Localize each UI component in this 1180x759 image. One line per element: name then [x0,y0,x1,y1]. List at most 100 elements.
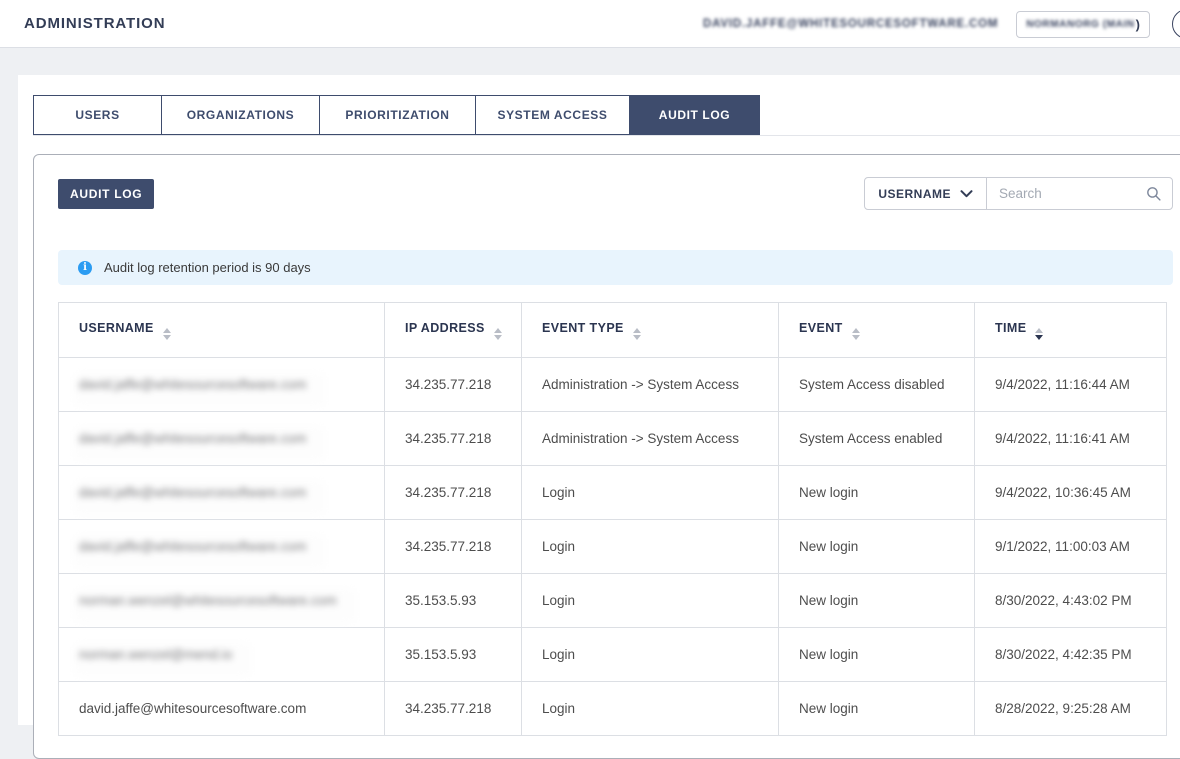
filter-search-group: USERNAME [864,177,1173,210]
page-title: ADMINISTRATION [24,15,165,32]
cell-username: david.jaffe@whitesourcesoftware.com [59,412,385,466]
chevron-down-icon [960,187,973,201]
cell-event-type: Login [522,520,779,574]
cell-event-type: Login [522,466,779,520]
tab-organizations[interactable]: ORGANIZATIONS [161,95,320,135]
cell-event-type-text: Administration -> System Access [542,377,739,392]
redacted-username: norman.wenzel@whitesourcesoftware.com [73,588,357,623]
cell-event-type: Login [522,682,779,736]
cell-time: 8/30/2022, 4:42:35 PM [975,628,1167,682]
section-title-badge: AUDIT LOG [58,179,154,209]
cell-time: 9/4/2022, 11:16:44 AM [975,358,1167,412]
cell-event-type-text: Login [542,701,575,716]
filter-field-dropdown[interactable]: USERNAME [865,178,986,209]
cell-event-type-text: Login [542,485,575,500]
cell-ip-address-text: 35.153.5.93 [405,593,476,608]
cell-event-type-text: Administration -> System Access [542,431,739,446]
table-row: norman.wenzel@whitesourcesoftware.com 35.… [59,574,1167,628]
cell-event: New login [779,520,975,574]
cell-ip-address: 35.153.5.93 [385,574,522,628]
cell-event-type: Administration -> System Access [522,412,779,466]
cell-time-text: 8/30/2022, 4:42:35 PM [995,647,1132,662]
cell-event-text: New login [799,485,858,500]
cell-username: david.jaffe@whitesourcesoftware.com [59,466,385,520]
cell-ip-address-text: 34.235.77.218 [405,701,491,716]
cell-ip-address: 34.235.77.218 [385,412,522,466]
org-selector-chip[interactable]: NORMANORG (MAIN ) [1016,11,1150,38]
cell-event-type-text: Login [542,539,575,554]
table-body: david.jaffe@whitesourcesoftware.com34.23… [59,358,1167,736]
tab-system-access[interactable]: SYSTEM ACCESS [475,95,630,135]
card-header: AUDIT LOG USERNAME [58,177,1173,210]
filter-field-label: USERNAME [878,187,951,201]
table-row: david.jaffe@whitesourcesoftware.com 34.23… [59,520,1167,574]
cell-event-text: New login [799,701,858,716]
column-header-ip-address[interactable]: IP ADDRESS [385,303,522,358]
cell-ip-address: 34.235.77.218 [385,682,522,736]
column-header-username[interactable]: USERNAME [59,303,385,358]
cell-time-text: 9/4/2022, 11:16:41 AM [995,431,1130,446]
cell-time: 9/1/2022, 11:00:03 AM [975,520,1167,574]
avatar[interactable] [1172,9,1180,39]
info-banner: i Audit log retention period is 90 days [58,250,1173,285]
cell-event-type: Login [522,628,779,682]
redacted-username: norman.wenzel@mend.io [73,642,252,677]
cell-event-type-text: Login [542,593,575,608]
top-bar: ADMINISTRATION DAVID.JAFFE@WHITESOURCESO… [0,0,1180,48]
cell-ip-address-text: 34.235.77.218 [405,485,491,500]
sort-icon[interactable] [1035,328,1043,340]
cell-time-text: 9/4/2022, 10:36:45 AM [995,485,1131,500]
cell-event-text: System Access enabled [799,431,942,446]
user-email: DAVID.JAFFE@WHITESOURCESOFTWARE.COM [703,18,998,30]
cell-event: New login [779,628,975,682]
cell-event: System Access disabled [779,358,975,412]
cell-event: New login [779,574,975,628]
column-header-time[interactable]: TIME [975,303,1167,358]
cell-ip-address-text: 34.235.77.218 [405,539,491,554]
cell-event-type-text: Login [542,647,575,662]
table-row: david.jaffe@whitesourcesoftware.com 34.23… [59,682,1167,736]
cell-username: david.jaffe@whitesourcesoftware.com [59,358,385,412]
cell-time: 8/28/2022, 9:25:28 AM [975,682,1167,736]
org-chip-label: NORMANORG (MAIN [1026,19,1134,30]
redacted-username: david.jaffe@whitesourcesoftware.com [73,426,326,461]
table-header-row: USERNAME IP ADDRESS EVENT TYPE EVENT TIM… [59,303,1167,358]
table-row: norman.wenzel@mend.io 35.153.5.93 Login New… [59,628,1167,682]
cell-time-text: 9/1/2022, 11:00:03 AM [995,539,1130,554]
cell-ip-address: 35.153.5.93 [385,628,522,682]
sort-icon[interactable] [633,328,641,340]
topbar-right: DAVID.JAFFE@WHITESOURCESOFTWARE.COM NORM… [703,0,1150,48]
search-icon[interactable] [1145,185,1172,202]
sort-icon[interactable] [494,328,502,340]
sort-icon[interactable] [852,328,860,340]
info-icon: i [78,261,92,275]
cell-ip-address-text: 34.235.77.218 [405,377,491,392]
column-header-event-type[interactable]: EVENT TYPE [522,303,779,358]
org-chip-paren: ) [1136,17,1140,32]
cell-time-text: 8/28/2022, 9:25:28 AM [995,701,1131,716]
cell-event-text: New login [799,593,858,608]
tab-users[interactable]: USERS [33,95,162,135]
audit-log-table: USERNAME IP ADDRESS EVENT TYPE EVENT TIM… [58,302,1167,736]
search-input[interactable] [987,178,1145,209]
cell-ip-address: 34.235.77.218 [385,520,522,574]
redacted-username: david.jaffe@whitesourcesoftware.com [73,534,326,569]
tab-bar: USERS ORGANIZATIONS PRIORITIZATION SYSTE… [33,75,1180,136]
info-banner-text: Audit log retention period is 90 days [104,260,311,275]
main-panel: USERS ORGANIZATIONS PRIORITIZATION SYSTE… [18,75,1180,725]
cell-event-type: Administration -> System Access [522,358,779,412]
cell-time: 8/30/2022, 4:43:02 PM [975,574,1167,628]
cell-event-text: System Access disabled [799,377,945,392]
cell-username: david.jaffe@whitesourcesoftware.com [59,682,385,736]
redacted-username: david.jaffe@whitesourcesoftware.com [73,480,326,515]
column-header-event[interactable]: EVENT [779,303,975,358]
cell-time: 9/4/2022, 11:16:41 AM [975,412,1167,466]
tab-prioritization[interactable]: PRIORITIZATION [319,95,476,135]
cell-username: norman.wenzel@mend.io [59,628,385,682]
audit-log-card: AUDIT LOG USERNAME i Audit log retention… [33,154,1180,759]
cell-event-text: New login [799,539,858,554]
cell-username-text: david.jaffe@whitesourcesoftware.com [79,701,306,716]
tab-audit-log[interactable]: AUDIT LOG [629,95,760,135]
cell-event-text: New login [799,647,858,662]
sort-icon[interactable] [163,328,171,340]
